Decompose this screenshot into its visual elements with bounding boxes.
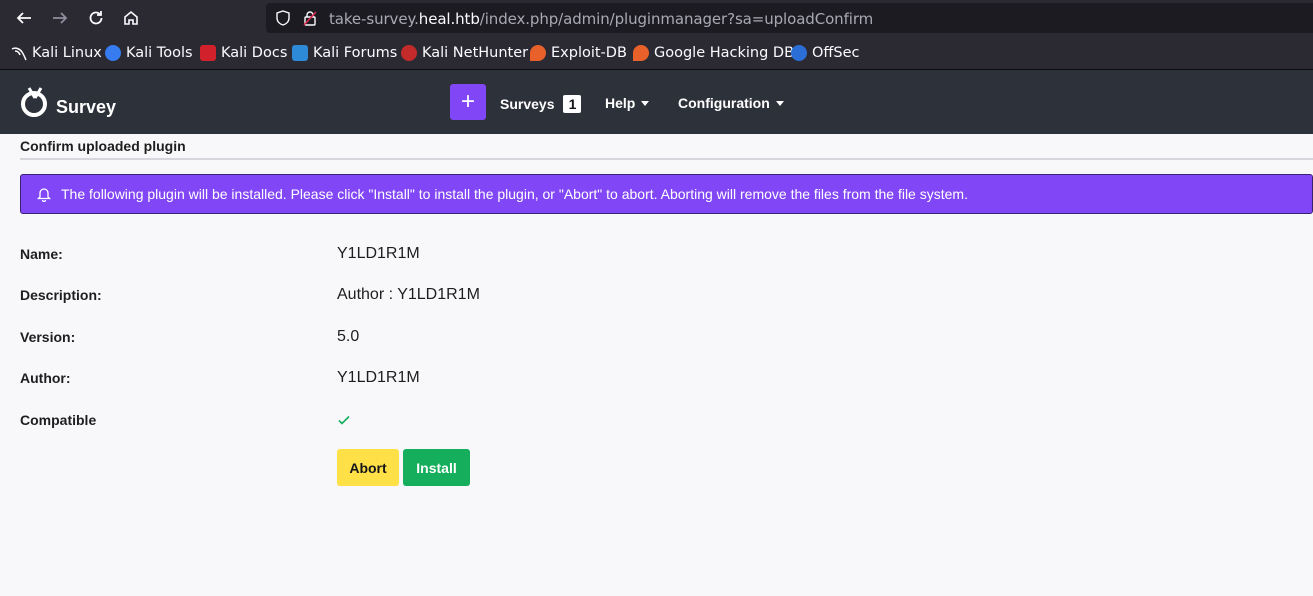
page-title: Confirm uploaded plugin — [20, 138, 186, 154]
kali-tools-icon — [105, 45, 121, 61]
bookmark-kali-nethunter[interactable]: Kali NetHunter — [401, 45, 528, 61]
bookmark-label: Exploit-DB — [551, 45, 627, 61]
author-value: Y1LD1R1M — [337, 369, 420, 386]
kali-dragon-icon — [11, 45, 27, 61]
bookmark-label: Kali Forums — [313, 45, 398, 61]
surveys-count-badge: 1 — [563, 95, 582, 113]
shield-icon[interactable] — [275, 10, 291, 31]
description-value: Author : Y1LD1R1M — [337, 286, 480, 303]
version-value: 5.0 — [337, 328, 360, 345]
exploit-db-icon — [530, 45, 546, 61]
bookmark-label: Kali Linux — [32, 45, 102, 61]
version-label: Version: — [20, 329, 76, 345]
insecure-lock-icon[interactable] — [302, 10, 318, 31]
name-label: Name: — [20, 246, 63, 262]
caret-down-icon — [641, 100, 650, 106]
bookmark-kali-linux[interactable]: Kali Linux — [11, 45, 102, 61]
bookmark-label: OffSec — [812, 45, 860, 61]
app-header: Survey + Surveys 1 Help Configuration — [0, 70, 1313, 134]
name-value: Y1LD1R1M — [337, 245, 420, 262]
configuration-label: Configuration — [678, 95, 770, 111]
caret-down-icon — [775, 100, 784, 106]
info-alert: The following plugin will be installed. … — [20, 174, 1313, 214]
help-menu[interactable]: Help — [605, 95, 650, 111]
url-text[interactable]: take-survey.heal.htb/index.php/admin/plu… — [329, 10, 873, 28]
alert-text: The following plugin will be installed. … — [61, 186, 968, 202]
bookmark-kali-forums[interactable]: Kali Forums — [292, 45, 397, 61]
offsec-icon — [791, 45, 807, 61]
home-icon[interactable] — [119, 6, 143, 30]
url-prefix: take-survey. — [329, 10, 419, 28]
kali-docs-icon — [200, 45, 216, 61]
surveys-label: Surveys — [500, 96, 555, 112]
title-divider — [20, 158, 1313, 160]
bookmark-label: Google Hacking DB — [654, 45, 795, 61]
surveys-menu[interactable]: Surveys 1 — [500, 95, 582, 113]
google-hacking-db-icon — [633, 45, 649, 61]
check-icon — [337, 413, 351, 427]
reload-icon[interactable] — [84, 6, 108, 30]
bookmarks-toolbar: Kali Linux Kali Tools Kali Docs Kali For… — [0, 36, 1313, 70]
url-host: heal.htb — [418, 10, 480, 28]
bookmark-offsec[interactable]: OffSec — [791, 45, 860, 61]
forward-arrow-icon[interactable] — [48, 6, 72, 30]
bookmark-kali-docs[interactable]: Kali Docs — [200, 45, 287, 61]
url-bar[interactable]: take-survey.heal.htb/index.php/admin/plu… — [266, 3, 1313, 33]
kali-nethunter-icon — [401, 45, 417, 61]
compatible-label: Compatible — [20, 412, 97, 428]
help-label: Help — [605, 95, 636, 111]
back-arrow-icon[interactable] — [12, 6, 36, 30]
bookmark-label: Kali NetHunter — [422, 45, 529, 61]
bookmark-kali-tools[interactable]: Kali Tools — [105, 45, 193, 61]
configuration-menu[interactable]: Configuration — [678, 95, 784, 111]
kali-forums-icon — [292, 45, 308, 61]
plus-icon: + — [460, 88, 475, 115]
bell-icon — [36, 186, 52, 203]
brand-name[interactable]: Survey — [56, 97, 116, 118]
url-path: /index.php/admin/pluginmanager?sa=upload… — [479, 10, 874, 28]
abort-button[interactable]: Abort — [337, 449, 399, 486]
survey-logo-icon[interactable] — [20, 85, 50, 119]
bookmark-label: Kali Tools — [126, 45, 193, 61]
bookmark-label: Kali Docs — [221, 45, 288, 61]
bookmark-exploit-db[interactable]: Exploit-DB — [530, 45, 627, 61]
browser-nav-bar: take-survey.heal.htb/index.php/admin/plu… — [0, 0, 1313, 36]
bookmark-google-hacking-db[interactable]: Google Hacking DB — [633, 45, 794, 61]
author-label: Author: — [20, 370, 71, 386]
install-button[interactable]: Install — [403, 449, 470, 486]
create-survey-button[interactable]: + — [450, 84, 486, 120]
description-label: Description: — [20, 287, 102, 303]
